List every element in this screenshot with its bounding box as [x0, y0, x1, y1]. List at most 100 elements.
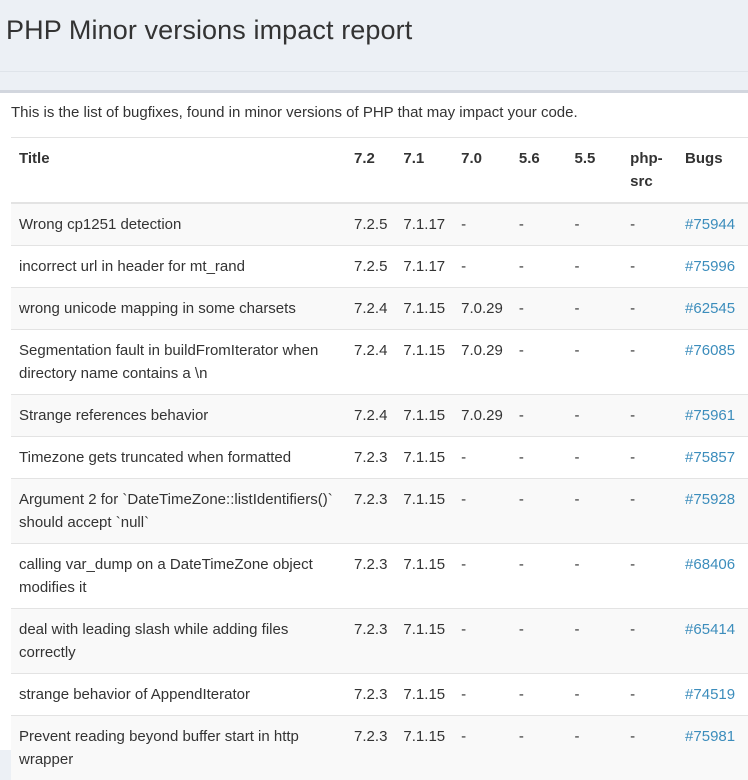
cell-php-src: -: [622, 246, 677, 288]
cell-7-2: 7.2.4: [346, 395, 395, 437]
column-header-5-6: 5.6: [511, 138, 567, 204]
cell-title: Argument 2 for `DateTimeZone::listIdenti…: [11, 479, 346, 544]
cell-bugs: #68406: [677, 544, 748, 609]
cell-7-0: -: [453, 203, 511, 246]
cell-title: wrong unicode mapping in some charsets: [11, 288, 346, 330]
cell-bugs: #74519: [677, 674, 748, 716]
column-header-bugs: Bugs: [677, 138, 748, 204]
cell-title: deal with leading slash while adding fil…: [11, 609, 346, 674]
cell-bugs: #75857: [677, 437, 748, 479]
bug-link[interactable]: #62545: [685, 300, 735, 317]
cell-7-0: -: [453, 246, 511, 288]
cell-5-5: -: [567, 609, 623, 674]
cell-7-0: 7.0.29: [453, 330, 511, 395]
bug-link[interactable]: #65414: [685, 621, 735, 638]
cell-7-1: 7.1.15: [395, 437, 453, 479]
bug-link[interactable]: #75944: [685, 216, 735, 233]
cell-title: Segmentation fault in buildFromIterator …: [11, 330, 346, 395]
cell-5-6: -: [511, 609, 567, 674]
bug-link[interactable]: #68406: [685, 556, 735, 573]
table-header-row: Title 7.2 7.1 7.0 5.6 5.5 php-src Bugs: [11, 138, 748, 204]
cell-title: Wrong cp1251 detection: [11, 203, 346, 246]
impact-table: Title 7.2 7.1 7.0 5.6 5.5 php-src Bugs W…: [11, 137, 748, 780]
cell-7-2: 7.2.3: [346, 544, 395, 609]
column-header-php-src: php-src: [622, 138, 677, 204]
cell-title: incorrect url in header for mt_rand: [11, 246, 346, 288]
intro-text: This is the list of bugfixes, found in m…: [11, 104, 578, 121]
cell-7-2: 7.2.3: [346, 479, 395, 544]
cell-php-src: -: [622, 609, 677, 674]
cell-7-1: 7.1.15: [395, 288, 453, 330]
cell-5-6: -: [511, 544, 567, 609]
cell-bugs: #75928: [677, 479, 748, 544]
cell-7-0: -: [453, 609, 511, 674]
cell-5-5: -: [567, 479, 623, 544]
cell-5-6: -: [511, 288, 567, 330]
cell-5-5: -: [567, 288, 623, 330]
cell-7-0: -: [453, 544, 511, 609]
cell-php-src: -: [622, 544, 677, 609]
cell-5-5: -: [567, 674, 623, 716]
cell-php-src: -: [622, 330, 677, 395]
cell-5-5: -: [567, 330, 623, 395]
bug-link[interactable]: #75961: [685, 407, 735, 424]
cell-php-src: -: [622, 288, 677, 330]
page-title: PHP Minor versions impact report: [6, 15, 412, 46]
table-body: Wrong cp1251 detection7.2.57.1.17----#75…: [11, 203, 748, 780]
cell-7-2: 7.2.4: [346, 330, 395, 395]
cell-5-5: -: [567, 544, 623, 609]
table-row: strange behavior of AppendIterator7.2.37…: [11, 674, 748, 716]
table-row: incorrect url in header for mt_rand7.2.5…: [11, 246, 748, 288]
cell-5-6: -: [511, 395, 567, 437]
report-box: This is the list of bugfixes, found in m…: [0, 90, 748, 750]
cell-title: strange behavior of AppendIterator: [11, 674, 346, 716]
cell-7-1: 7.1.15: [395, 479, 453, 544]
table-row: Segmentation fault in buildFromIterator …: [11, 330, 748, 395]
table-row: Timezone gets truncated when formatted7.…: [11, 437, 748, 479]
cell-5-6: -: [511, 437, 567, 479]
cell-7-2: 7.2.3: [346, 609, 395, 674]
table-row: Strange references behavior7.2.47.1.157.…: [11, 395, 748, 437]
cell-php-src: -: [622, 203, 677, 246]
bug-link[interactable]: #74519: [685, 686, 735, 703]
cell-bugs: #65414: [677, 609, 748, 674]
cell-bugs: #76085: [677, 330, 748, 395]
cell-7-0: -: [453, 479, 511, 544]
table-row: Argument 2 for `DateTimeZone::listIdenti…: [11, 479, 748, 544]
bug-link[interactable]: #75928: [685, 491, 735, 508]
cell-title: Timezone gets truncated when formatted: [11, 437, 346, 479]
cell-php-src: -: [622, 674, 677, 716]
cell-bugs: #62545: [677, 288, 748, 330]
cell-5-6: -: [511, 330, 567, 395]
cell-7-1: 7.1.15: [395, 544, 453, 609]
cell-7-0: -: [453, 674, 511, 716]
bug-link[interactable]: #76085: [685, 342, 735, 359]
cell-7-1: 7.1.15: [395, 395, 453, 437]
cell-5-5: -: [567, 437, 623, 479]
cell-bugs: #75944: [677, 203, 748, 246]
cell-5-6: -: [511, 246, 567, 288]
cell-php-src: -: [622, 479, 677, 544]
cell-7-2: 7.2.3: [346, 437, 395, 479]
table-row: calling var_dump on a DateTimeZone objec…: [11, 544, 748, 609]
cell-7-2: 7.2.5: [346, 246, 395, 288]
cell-7-2: 7.2.4: [346, 288, 395, 330]
cell-5-6: -: [511, 203, 567, 246]
cell-7-2: 7.2.5: [346, 203, 395, 246]
cell-7-1: 7.1.17: [395, 246, 453, 288]
cell-7-1: 7.1.15: [395, 674, 453, 716]
cell-7-1: 7.1.15: [395, 330, 453, 395]
bug-link[interactable]: #75857: [685, 449, 735, 466]
cell-5-5: -: [567, 395, 623, 437]
cell-7-1: 7.1.17: [395, 203, 453, 246]
cell-php-src: -: [622, 395, 677, 437]
bug-link[interactable]: #75981: [685, 728, 735, 745]
cell-7-0: 7.0.29: [453, 288, 511, 330]
table-row: wrong unicode mapping in some charsets7.…: [11, 288, 748, 330]
bug-link[interactable]: #75996: [685, 258, 735, 275]
cell-bugs: #75996: [677, 246, 748, 288]
cell-7-0: -: [453, 437, 511, 479]
cell-5-6: -: [511, 674, 567, 716]
cell-5-5: -: [567, 203, 623, 246]
table-row: deal with leading slash while adding fil…: [11, 609, 748, 674]
